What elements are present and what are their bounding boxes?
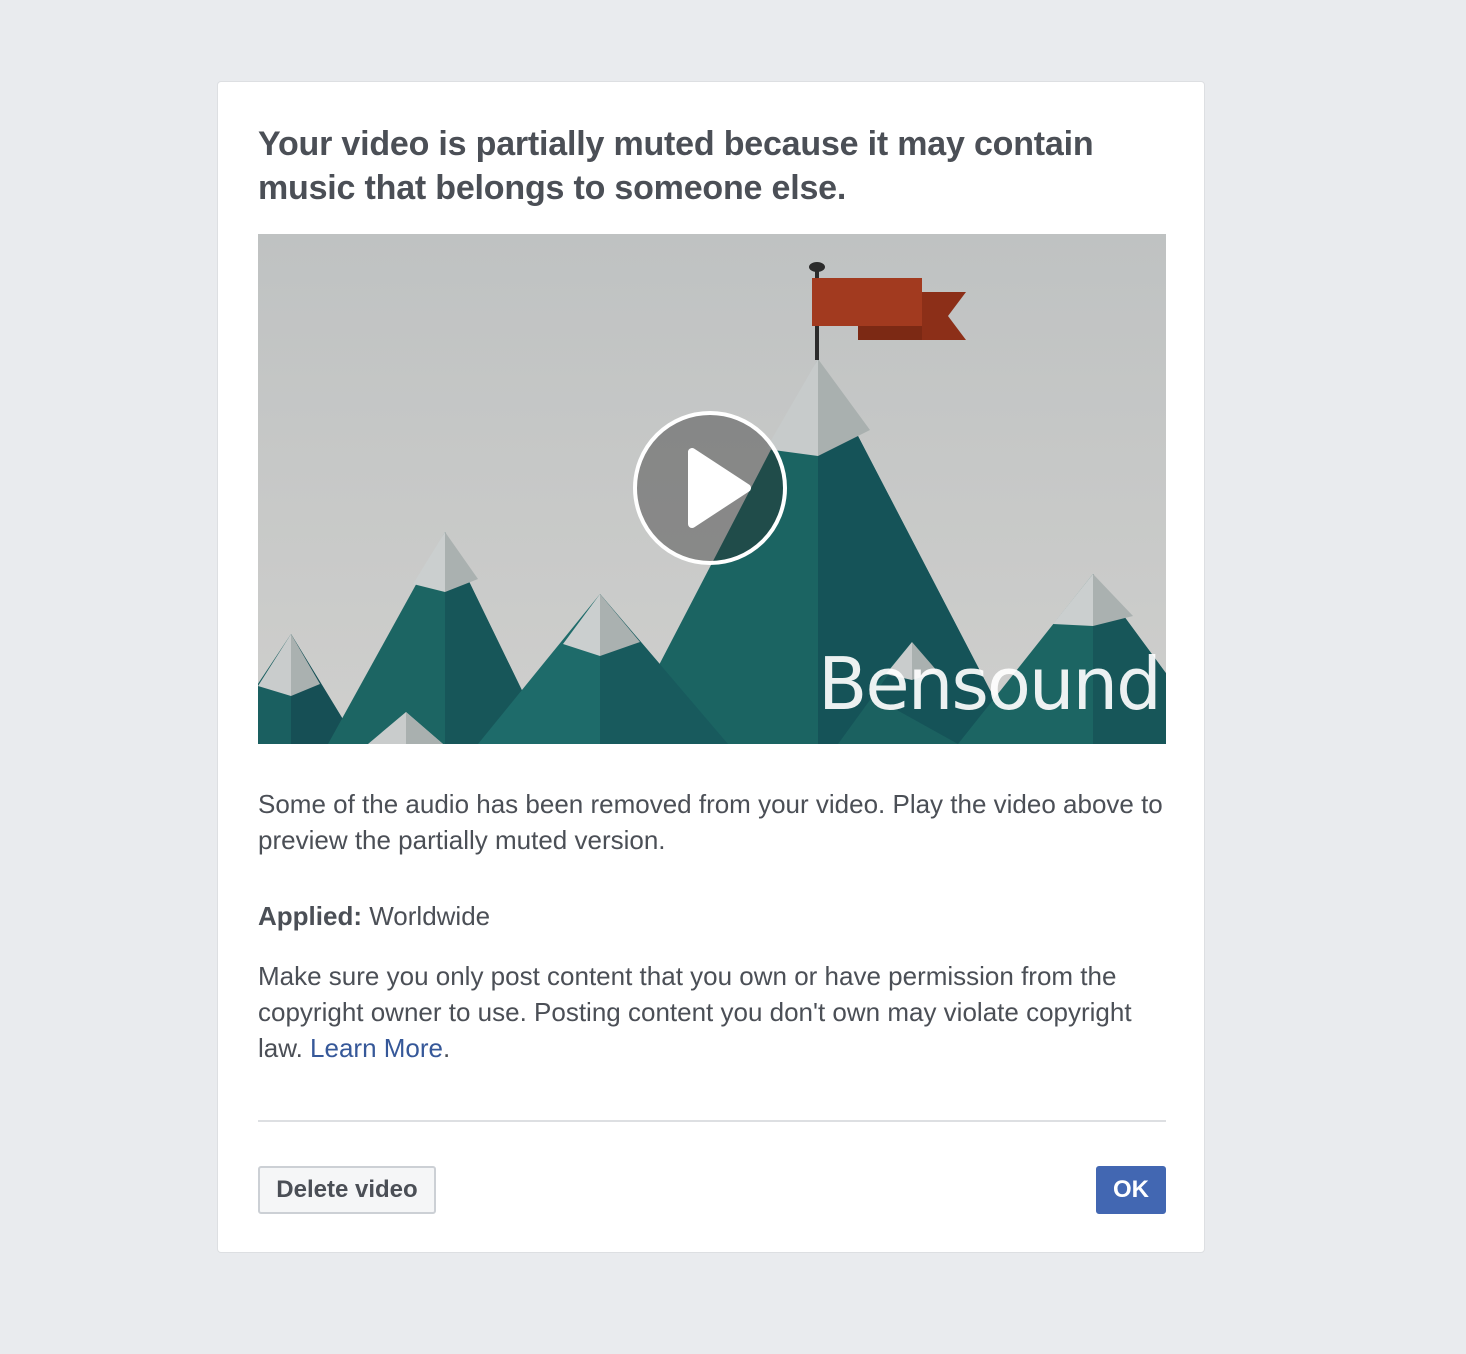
play-button[interactable] [633,411,787,565]
dialog-title: Your video is partially muted because it… [258,125,1094,207]
muted-video-dialog: Your video is partially muted because it… [217,81,1205,1253]
footer-divider [258,1120,1166,1122]
bensound-watermark: Bensound [818,642,1162,726]
dialog-content: Your video is partially muted because it… [258,122,1166,1214]
delete-video-button[interactable]: Delete video [258,1166,436,1214]
copyright-notice: Make sure you only post content that you… [258,958,1166,1066]
ok-button[interactable]: OK [1096,1166,1166,1214]
description-text: Some of the audio has been removed from … [258,789,1163,855]
play-icon [688,448,751,528]
applied-value: Worldwide [369,901,491,931]
learn-more-link[interactable]: Learn More [310,1033,443,1063]
applied-row: Applied: Worldwide [258,898,490,934]
video-preview[interactable]: Bensound [258,234,1166,744]
copyright-period: . [443,1033,451,1063]
applied-label: Applied: [258,901,362,931]
